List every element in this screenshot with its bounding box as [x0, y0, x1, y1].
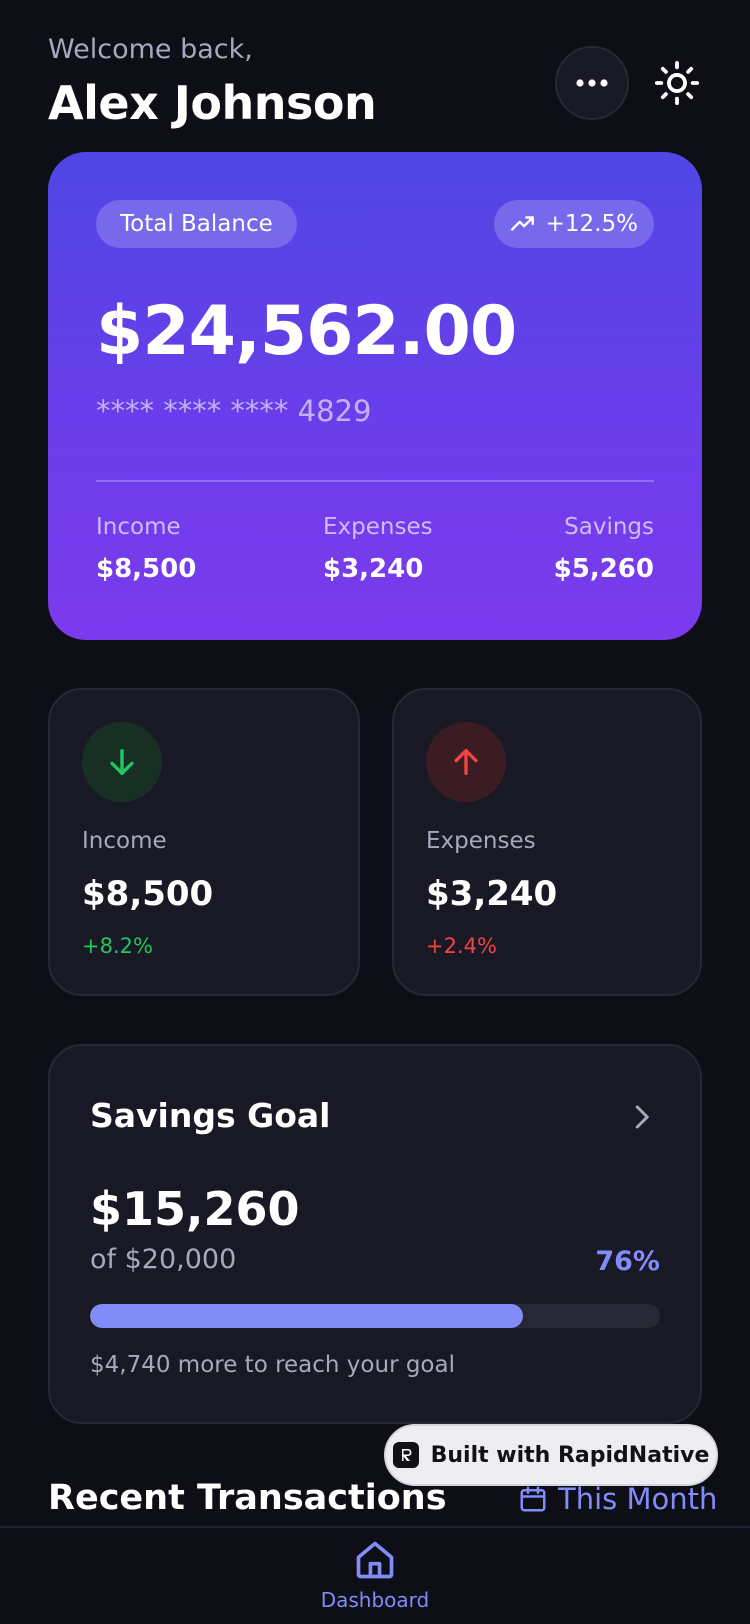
savings-goal-amount: $15,260: [90, 1182, 300, 1236]
arrow-up-icon: [454, 748, 478, 776]
savings-progress-bar: [90, 1304, 660, 1328]
card-number: **** **** **** 4829: [96, 394, 372, 428]
balance-change-pill: +12.5%: [493, 200, 654, 248]
balance-change-text: +12.5%: [545, 211, 638, 237]
nav-item-dashboard-label: Dashboard: [320, 1588, 430, 1612]
balance-amount: $24,562.00: [96, 292, 517, 371]
savings-goal-target: of $20,000: [90, 1244, 237, 1275]
home-icon: [356, 1541, 394, 1579]
total-balance-pill: Total Balance: [96, 200, 297, 248]
stat-income: Income $8,500: [96, 514, 196, 584]
savings-goal-percent: 76%: [595, 1246, 660, 1277]
stat-expenses-value: $3,240: [323, 554, 424, 584]
stat-income-label: Income: [96, 514, 181, 540]
arrow-down-icon: [110, 748, 134, 776]
savings-goal-title: Savings Goal: [90, 1096, 331, 1135]
income-card-label: Income: [82, 828, 167, 854]
this-month-label: This Month: [558, 1482, 718, 1516]
savings-goal-card[interactable]: Savings Goal $15,260 of $20,000 76% $4,7…: [48, 1044, 702, 1424]
theme-toggle-button[interactable]: [652, 58, 702, 108]
stat-savings: Savings $5,260: [554, 514, 654, 584]
built-with-badge[interactable]: Built with RapidNative: [384, 1424, 718, 1486]
more-options-button[interactable]: [555, 46, 629, 120]
expenses-card-value: $3,240: [426, 874, 558, 914]
savings-goal-remaining: $4,740 more to reach your goal: [90, 1352, 455, 1378]
calendar-icon: [520, 1486, 546, 1512]
this-month-filter[interactable]: This Month: [518, 1482, 717, 1516]
card-divider: [96, 480, 654, 482]
expenses-card-label: Expenses: [426, 828, 536, 854]
stat-savings-value: $5,260: [553, 554, 654, 584]
savings-progress-fill: [90, 1304, 524, 1328]
sun-icon: [654, 60, 700, 106]
stat-income-value: $8,500: [96, 554, 197, 584]
bottom-nav: Dashboard: [0, 1526, 750, 1624]
built-with-text: Built with RapidNative: [430, 1442, 710, 1468]
trending-up-icon: [510, 216, 534, 231]
balance-card[interactable]: Total Balance +12.5% $24,562.00 **** ***…: [48, 152, 702, 640]
stat-expenses: Expenses $3,240: [323, 514, 433, 584]
expenses-icon-circle: [426, 722, 506, 802]
stat-savings-label: Savings: [564, 514, 654, 540]
expenses-card[interactable]: Expenses $3,240 +2.4%: [392, 688, 702, 996]
welcome-text: Welcome back,: [48, 34, 253, 65]
stat-expenses-label: Expenses: [323, 514, 433, 540]
income-card[interactable]: Income $8,500 +8.2%: [48, 688, 360, 996]
income-card-change: +8.2%: [82, 934, 153, 958]
recent-transactions-title: Recent Transactions: [48, 1478, 447, 1518]
user-name: Alex Johnson: [48, 76, 377, 130]
expenses-card-change: +2.4%: [426, 934, 497, 958]
rapidnative-logo-icon: [392, 1442, 419, 1468]
income-card-value: $8,500: [82, 874, 214, 914]
chevron-right-icon[interactable]: [626, 1102, 656, 1132]
nav-item-dashboard[interactable]: Dashboard: [300, 1538, 450, 1612]
income-icon-circle: [82, 722, 162, 802]
more-dots-icon: [576, 79, 608, 87]
